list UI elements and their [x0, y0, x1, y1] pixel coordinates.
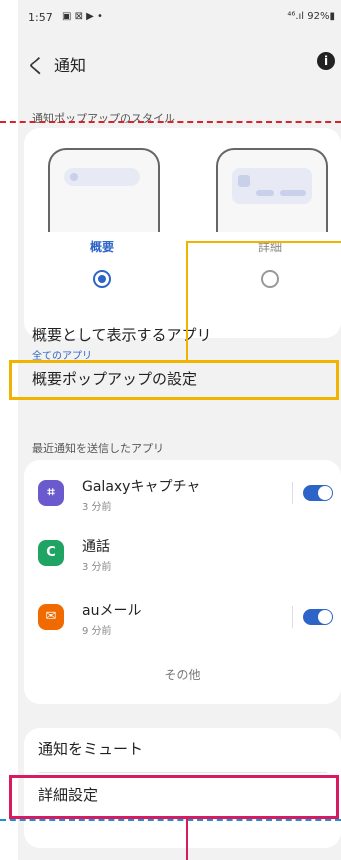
status-bar: 1:57 ▣ ⊠ ▶ • ⁴⁶.ıl 92%▮ [18, 0, 341, 32]
popup-style-section-label: 通知ポップアップのスタイル [32, 112, 175, 125]
annotation-yellow-highlight [9, 360, 339, 400]
annotation-yellow-connector [186, 241, 341, 243]
status-icons: ▣ ⊠ ▶ • [62, 11, 103, 22]
radio-detail[interactable] [261, 270, 279, 288]
page-title: 通知 [54, 56, 87, 75]
app-time: 3 分前 [82, 502, 112, 513]
phone-screen: 1:57 ▣ ⊠ ▶ • ⁴⁶.ıl 92%▮ く 通知 i 通知ポップアップの… [18, 0, 341, 860]
annotation-yellow-connector [186, 241, 188, 361]
divider [38, 772, 327, 773]
annotation-red-dashed-line [0, 121, 341, 123]
app-name[interactable]: Galaxyキャプチャ [82, 476, 200, 496]
annotation-magenta-highlight [9, 775, 339, 819]
recent-apps-section-label: 最近通知を送信したアプリ [32, 442, 164, 455]
mute-notifications[interactable]: 通知をミュート [38, 738, 143, 759]
capture-icon: ⌗ [38, 480, 64, 506]
status-time: 1:57 [28, 11, 53, 24]
annotation-magenta-connector [186, 819, 188, 860]
app-time: 9 分前 [82, 626, 112, 637]
brief-preview[interactable] [48, 148, 160, 232]
app-time: 3 分前 [82, 562, 112, 573]
app-name[interactable]: 通話 [82, 536, 110, 556]
info-icon[interactable]: i [317, 52, 335, 70]
detail-preview[interactable] [216, 148, 328, 232]
recent-apps-card: ⌗ Galaxyキャプチャ 3 分前 C 通話 3 分前 ✉ auメール 9 分… [24, 460, 341, 704]
back-button[interactable]: く [26, 50, 46, 79]
brief-apps-title[interactable]: 概要として表示するアプリ [32, 324, 212, 345]
top-bar: く 通知 i [18, 40, 341, 88]
more-link[interactable]: その他 [24, 666, 341, 683]
annotation-blue-dashed-line [0, 819, 341, 821]
brief-preview-pill [64, 168, 140, 186]
option-brief-label: 概要 [89, 240, 114, 254]
phone-icon: C [38, 540, 64, 566]
app-name[interactable]: auメール [82, 600, 141, 620]
toggle-galaxy-capture[interactable] [303, 485, 333, 501]
detail-preview-box [232, 168, 312, 204]
au-mail-icon: ✉ [38, 604, 64, 630]
status-right: ⁴⁶.ıl 92%▮ [287, 11, 335, 22]
popup-style-card: 概要 詳細 [24, 128, 341, 338]
toggle-au-mail[interactable] [303, 609, 333, 625]
radio-brief[interactable] [93, 270, 111, 288]
